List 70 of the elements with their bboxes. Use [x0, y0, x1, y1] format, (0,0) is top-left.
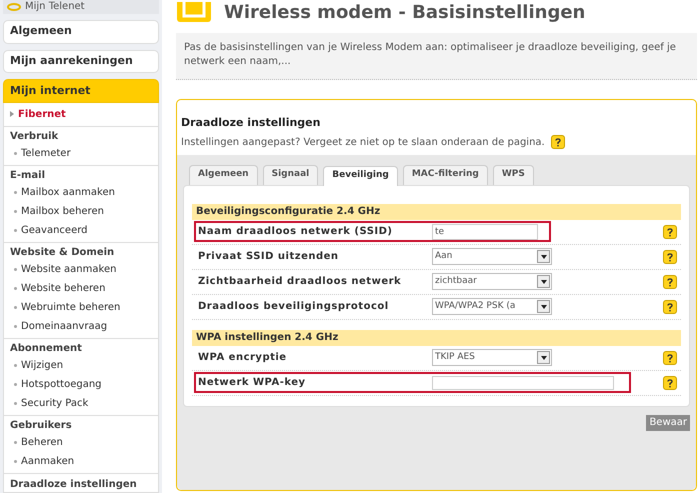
help-icon[interactable]: [663, 250, 677, 264]
sidebar-link[interactable]: Security Pack: [10, 394, 158, 413]
section-heading: Verbruik: [10, 130, 60, 144]
section-heading: Website & Domein: [10, 246, 116, 260]
tab[interactable]: Beveiliging: [323, 166, 398, 186]
bullet-icon: [14, 440, 17, 444]
intro-text: Pas de basisinstellingen van je Wireless Modem aan: optimaliseer je draadloze beveiliging, geef je netwerk een naam,...: [176, 33, 697, 80]
tab[interactable]: WPS: [492, 164, 534, 184]
field-label: Naam draadloos netwerk (SSID): [197, 225, 394, 239]
help-icon[interactable]: [663, 300, 677, 314]
help-icon[interactable]: [663, 275, 677, 289]
logo-icon: [7, 2, 21, 11]
bullet-icon: [14, 306, 17, 309]
bullet-icon: [14, 382, 17, 386]
section-heading: Draadloze instellingen: [10, 478, 138, 492]
help-icon[interactable]: [663, 351, 677, 365]
help-icon[interactable]: [550, 135, 565, 149]
sidebar-link[interactable]: Telemeter: [10, 144, 158, 163]
group-heading: Beveiligingsconfiguratie 2.4 GHz: [192, 204, 681, 220]
bullet-icon: [14, 268, 17, 271]
bullet-icon: [14, 152, 17, 155]
sidebar-header[interactable]: Mijn Telenet: [3, 0, 159, 14]
sidebar-link[interactable]: Aanmaken: [10, 452, 158, 471]
group-heading: WPA instellingen 2.4 GHz: [192, 330, 681, 346]
bullet-icon: [14, 210, 17, 213]
tab[interactable]: Algemeen: [189, 164, 258, 184]
arrow-icon: [10, 111, 14, 118]
menu-item[interactable]: Mijn aanrekeningen: [3, 50, 159, 74]
bullet-icon: [14, 460, 17, 463]
bullet-icon: [14, 364, 17, 367]
card-title: Draadloze instellingen: [181, 115, 322, 131]
text-field[interactable]: [432, 376, 614, 390]
dropdown[interactable]: TKIP AES: [432, 349, 552, 366]
help-icon[interactable]: [663, 225, 677, 239]
sidebar-link[interactable]: Mailbox beheren: [10, 202, 158, 221]
tab[interactable]: Signaal: [262, 164, 318, 184]
bullet-icon: [14, 402, 17, 405]
field-label: WPA encryptie: [197, 351, 288, 365]
section-heading: Gebruikers: [10, 418, 73, 433]
bullet-icon: [14, 286, 17, 290]
dropdown[interactable]: zichtbaar: [432, 273, 552, 290]
bullet-icon: [14, 190, 17, 194]
help-icon[interactable]: [663, 376, 677, 390]
section-heading: Abonnement: [10, 342, 83, 356]
sidebar-link[interactable]: Hotspottoegang: [10, 374, 158, 394]
tab[interactable]: MAC-filtering: [402, 164, 488, 184]
field-label: Netwerk WPA-key: [197, 376, 307, 390]
sidebar-link[interactable]: Geavanceerd: [10, 220, 158, 240]
field-label: Privaat SSID uitzenden: [197, 250, 340, 264]
sidebar-link[interactable]: Wijzigen: [10, 356, 158, 375]
field-label: Zichtbaarheid draadloos netwerk: [197, 275, 402, 289]
bullet-icon: [14, 324, 17, 328]
sidebar-link[interactable]: Webruimte beheren: [10, 298, 158, 317]
page-icon: [176, 2, 212, 24]
section-heading: E-mail: [10, 168, 46, 183]
menu-item[interactable]: Algemeen: [3, 20, 159, 44]
sidebar-link[interactable]: Website beheren: [10, 278, 158, 298]
dropdown[interactable]: WPA/WPA2 PSK (a: [432, 298, 552, 315]
sidebar-link[interactable]: Fibernet: [10, 104, 158, 124]
card-note: Instellingen aangepast? Vergeet ze niet op te slaan onderaan de pagina.: [181, 136, 545, 150]
dropdown[interactable]: Aan: [432, 248, 552, 265]
text-field[interactable]: te: [432, 224, 538, 240]
page-title: Wireless modem - Basisinstellingen: [224, 4, 586, 22]
field-label: Draadloos beveiligingsprotocol: [197, 300, 390, 314]
sidebar-link[interactable]: Website aanmaken: [10, 260, 158, 279]
sidebar-link[interactable]: Domeinaanvraag: [10, 316, 158, 336]
menu-item[interactable]: Mijn internet: [3, 79, 159, 103]
sidebar-link[interactable]: Mailbox aanmaken: [10, 182, 158, 202]
bullet-icon: [14, 228, 17, 232]
sidebar-link[interactable]: Beheren: [10, 432, 158, 452]
